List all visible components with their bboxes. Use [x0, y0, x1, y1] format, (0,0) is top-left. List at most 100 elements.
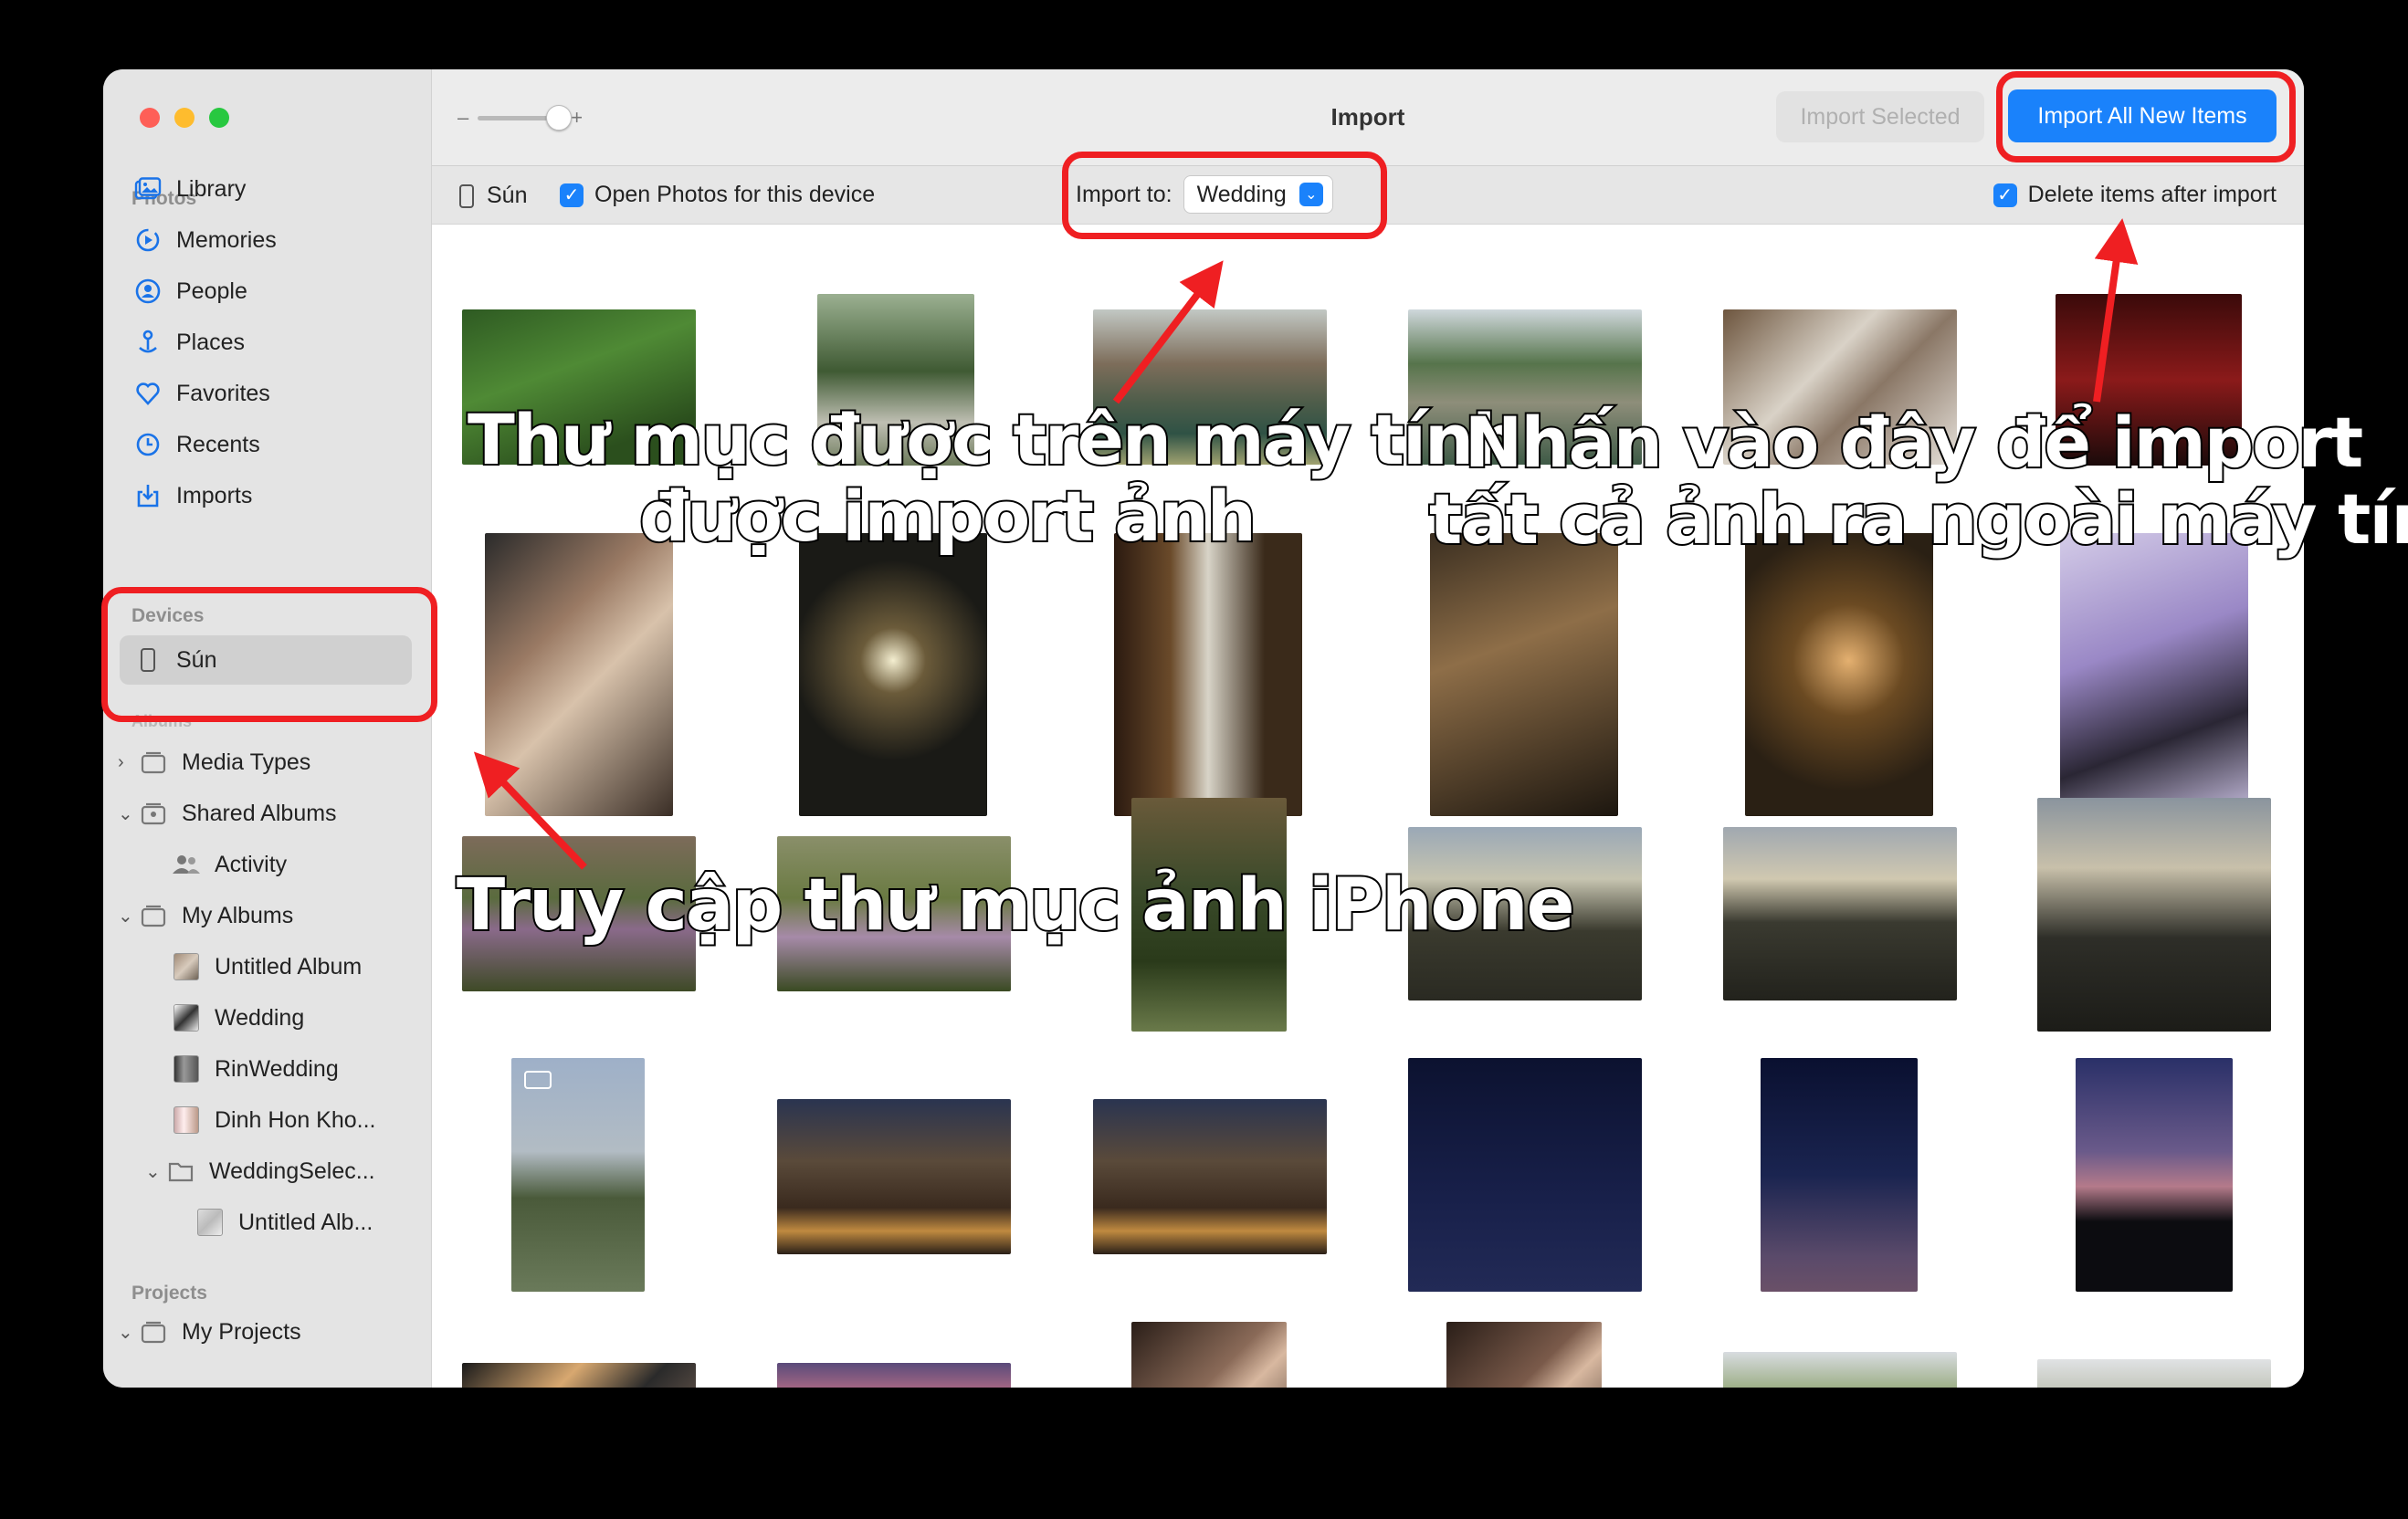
checkmark-icon[interactable]: ✓ [560, 183, 584, 207]
sidebar-item-activity[interactable]: Activity [158, 840, 412, 889]
sidebar-item-recents[interactable]: Recents [120, 420, 412, 469]
clock-icon [132, 429, 163, 460]
places-icon [132, 327, 163, 358]
photo-thumbnail[interactable] [462, 1363, 696, 1388]
photo-thumbnail[interactable] [1093, 1099, 1327, 1254]
chevron-down-icon[interactable]: ⌄ [118, 802, 134, 825]
sidebar-item-label: WeddingSelec... [209, 1158, 375, 1184]
memories-icon [132, 225, 163, 256]
sidebar-item-people[interactable]: People [120, 267, 412, 316]
photo-thumbnail[interactable] [1761, 1058, 1918, 1292]
video-camera-icon [524, 1071, 552, 1089]
sidebar-item-label: Shared Albums [182, 800, 337, 826]
sidebar: Photos Library Memories People Places Fa… [103, 69, 432, 1388]
album-thumbnail-icon [171, 1002, 202, 1033]
photo-thumbnail[interactable] [1408, 1058, 1642, 1292]
sidebar-item-untitled-alb[interactable]: Untitled Alb... [182, 1198, 412, 1247]
slider-track[interactable] [478, 104, 573, 131]
video-thumbnail[interactable] [511, 1058, 645, 1292]
sidebar-item-shared-albums[interactable]: ⌄ Shared Albums [118, 789, 414, 838]
photo-thumbnail[interactable] [1131, 1322, 1287, 1388]
sidebar-item-label: Wedding [215, 1004, 305, 1031]
photo-thumbnail[interactable] [1723, 827, 1957, 1000]
minimize-button[interactable] [174, 108, 195, 128]
delete-after-import-checkbox[interactable]: ✓ Delete items after import [1993, 182, 2277, 208]
photo-thumbnail[interactable] [777, 1099, 1011, 1254]
close-button[interactable] [140, 108, 160, 128]
thumbnail-size-slider[interactable]: – + [457, 104, 583, 131]
photos-window: Photos Library Memories People Places Fa… [103, 69, 2304, 1388]
zoom-button[interactable] [209, 108, 229, 128]
zoom-in-icon[interactable]: + [571, 106, 583, 130]
folder-icon [165, 1156, 196, 1187]
sidebar-item-media-types[interactable]: › Media Types [118, 738, 414, 787]
annotation-line: Nhấn vào đây để import [1463, 402, 2365, 483]
sidebar-item-label: Places [176, 329, 246, 355]
sidebar-item-imports[interactable]: Imports [120, 471, 412, 520]
sidebar-item-dinh-hon[interactable]: Dinh Hon Kho... [158, 1095, 412, 1145]
library-icon [132, 173, 163, 204]
sidebar-item-memories[interactable]: Memories [120, 215, 412, 265]
window-controls [140, 108, 229, 128]
folder-icon [138, 900, 169, 931]
sidebar-item-label: Favorites [176, 380, 270, 406]
annotation-line: Thư mục được trên máy tính [466, 399, 1523, 480]
heart-icon [132, 378, 163, 409]
sidebar-item-label: RinWedding [215, 1055, 339, 1082]
annotation-import-all: Nhấn vào đây để import tất cả ảnh ra ngo… [1427, 402, 2408, 559]
sidebar-item-label: Activity [215, 851, 288, 877]
sidebar-item-rinwedding[interactable]: RinWedding [158, 1044, 412, 1094]
photo-thumbnail[interactable] [2037, 798, 2271, 1032]
sidebar-item-label: My Albums [182, 902, 294, 928]
import-selected-button[interactable]: Import Selected [1776, 91, 1984, 142]
photo-thumbnail[interactable] [1745, 533, 1933, 816]
sidebar-item-label: Media Types [182, 749, 311, 775]
shared-album-icon [138, 798, 169, 829]
sidebar-item-label: Untitled Alb... [238, 1209, 373, 1235]
photo-thumbnail[interactable] [2076, 1058, 2233, 1292]
sidebar-item-library[interactable]: Library [120, 164, 412, 214]
sidebar-item-label: My Projects [182, 1318, 301, 1345]
photo-thumbnail[interactable] [777, 1363, 1011, 1388]
photo-thumbnail[interactable] [2060, 533, 2248, 816]
sidebar-item-wedding-selection[interactable]: ⌄ WeddingSelec... [145, 1147, 412, 1196]
annotation-line: được import ảnh [637, 475, 1258, 557]
photo-thumbnail[interactable] [1446, 1322, 1602, 1388]
photo-thumbnail[interactable] [1723, 1352, 1957, 1388]
zoom-out-icon[interactable]: – [457, 106, 468, 130]
sidebar-item-wedding[interactable]: Wedding [158, 993, 412, 1042]
checkmark-icon[interactable]: ✓ [1993, 183, 2017, 207]
chevron-down-icon[interactable]: ⌄ [118, 1321, 134, 1344]
open-photos-checkbox[interactable]: ✓ Open Photos for this device [560, 182, 875, 208]
photo-thumbnail[interactable] [1430, 533, 1618, 816]
chevron-right-icon[interactable]: › [118, 752, 134, 773]
photo-thumbnail[interactable] [1114, 533, 1302, 816]
photo-thumbnail[interactable] [485, 533, 673, 816]
people-icon [132, 276, 163, 307]
album-thumbnail-icon [171, 1105, 202, 1136]
sidebar-item-places[interactable]: Places [120, 318, 412, 367]
annotation-access-iphone: Truy cập thư mục ảnh iPhone [455, 864, 1577, 947]
sidebar-item-my-projects[interactable]: ⌄ My Projects [118, 1307, 414, 1357]
activity-people-icon [171, 849, 202, 880]
delete-after-import-label: Delete items after import [2027, 182, 2277, 207]
sidebar-item-my-albums[interactable]: ⌄ My Albums [118, 891, 414, 940]
chevron-down-icon[interactable]: ⌄ [118, 905, 134, 927]
folder-icon [138, 747, 169, 778]
device-name: Sún [487, 183, 528, 208]
import-icon [132, 480, 163, 511]
import-to-highlight-box [1062, 152, 1387, 239]
album-thumbnail-icon [195, 1207, 226, 1238]
sidebar-item-label: Untitled Album [215, 953, 363, 979]
slider-knob[interactable] [546, 104, 573, 131]
photo-thumbnail[interactable] [799, 533, 987, 816]
sidebar-item-label: Imports [176, 482, 253, 508]
sidebar-item-label: People [176, 278, 247, 304]
sidebar-item-untitled-album[interactable]: Untitled Album [158, 942, 412, 991]
photo-thumbnail[interactable] [2037, 1359, 2271, 1388]
folder-icon [138, 1316, 169, 1347]
sidebar-section-projects: Projects [131, 1283, 207, 1304]
chevron-down-icon[interactable]: ⌄ [145, 1160, 162, 1183]
devices-highlight-box [101, 587, 437, 722]
sidebar-item-favorites[interactable]: Favorites [120, 369, 412, 418]
